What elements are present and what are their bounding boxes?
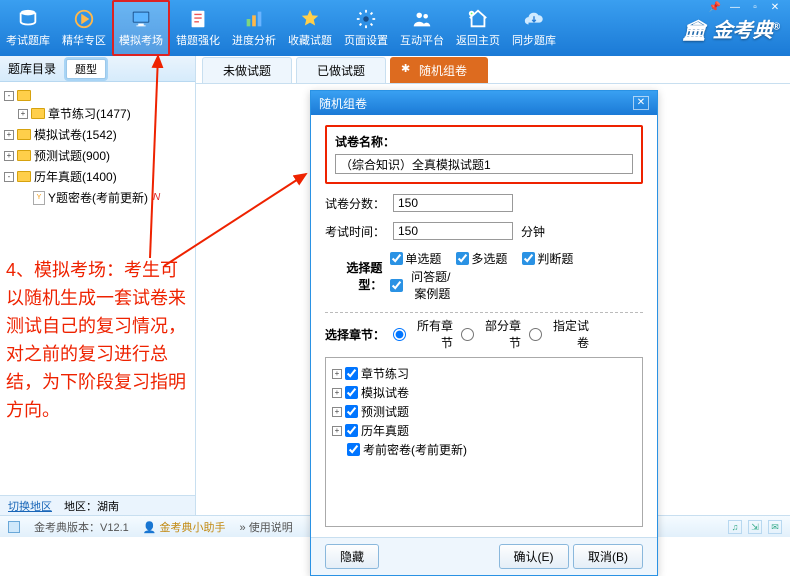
chapter-item[interactable]: + 历年真题	[332, 421, 636, 440]
chapter-radio[interactable]: 指定试卷	[529, 317, 589, 351]
expand-icon[interactable]: -	[4, 91, 14, 101]
chapter-check[interactable]	[345, 367, 358, 380]
region-label: 地区：湖南	[64, 498, 119, 514]
usage-link[interactable]: » 使用说明	[240, 519, 293, 535]
folder-icon	[17, 129, 31, 140]
helper-label[interactable]: 👤 金考典小助手	[143, 519, 226, 535]
pin-icon[interactable]: 📌	[708, 2, 722, 14]
random-paper-dialog: 随机组卷 ✕ 试卷名称： 试卷分数： 考试时间： 分钟 选择题型	[310, 90, 658, 576]
chapter-item[interactable]: + 章节练习	[332, 364, 636, 383]
toolbar-favorites[interactable]: 收藏试题	[282, 0, 338, 56]
people-icon	[410, 8, 434, 30]
doc-icon: Y	[33, 191, 45, 205]
expand-icon[interactable]: +	[332, 407, 342, 417]
chapter-item[interactable]: 考前密卷(考前更新)	[332, 440, 636, 459]
time-label: 考试时间：	[325, 223, 385, 240]
time-input[interactable]	[393, 222, 513, 240]
window-controls: 📌 — ▫ ✕	[708, 2, 782, 14]
folder-icon	[17, 171, 31, 182]
tab-undone[interactable]: 未做试题	[202, 57, 292, 83]
cancel-button[interactable]: 取消(B)	[573, 544, 643, 569]
qtype-label: 选择题型：	[325, 259, 382, 293]
folder-icon	[31, 108, 45, 119]
status-btn-3[interactable]: ✉	[768, 520, 782, 534]
expand-icon[interactable]: +	[4, 151, 14, 161]
close-button[interactable]: ✕	[768, 2, 782, 14]
paper-name-input[interactable]	[335, 154, 633, 174]
chapter-item[interactable]: + 预测试题	[332, 402, 636, 421]
chapter-tree-box: + 章节练习+ 模拟试卷+ 预测试题+ 历年真题 考前密卷(考前更新)	[325, 357, 643, 527]
main-toolbar: 📌 — ▫ ✕ 考试题库精华专区模拟考场错题强化进度分析收藏试题页面设置互动平台…	[0, 0, 790, 56]
switch-region-link[interactable]: 切换地区	[8, 498, 52, 514]
home-icon	[466, 8, 490, 30]
star-icon	[298, 8, 322, 30]
paper-name-block: 试卷名称：	[325, 125, 643, 184]
content-area: 未做试题 已做试题 随机组卷 随机组卷 ✕ 试卷名称： 试卷分数：	[196, 56, 790, 515]
chapter-radio[interactable]: 所有章节	[393, 317, 453, 351]
hide-button[interactable]: 隐藏	[325, 544, 379, 569]
qtype-check[interactable]: 判断题	[522, 250, 582, 267]
dialog-titlebar[interactable]: 随机组卷 ✕	[311, 91, 657, 115]
expand-icon[interactable]: +	[332, 426, 342, 436]
chart-icon	[242, 8, 266, 30]
expand-icon[interactable]: +	[4, 130, 14, 140]
sheet-icon	[186, 8, 210, 30]
sidebar-status: 切换地区 地区：湖南	[0, 495, 195, 515]
toolbar-page-setup[interactable]: 页面设置	[338, 0, 394, 56]
toolbar-home[interactable]: 返回主页	[450, 0, 506, 56]
tab-done[interactable]: 已做试题	[296, 57, 386, 83]
dialog-footer: 隐藏 确认(E) 取消(B)	[311, 537, 657, 575]
type-toggle-button[interactable]: 题型	[66, 59, 106, 79]
toolbar-community[interactable]: 互动平台	[394, 0, 450, 56]
chapter-check[interactable]	[345, 386, 358, 399]
expand-icon[interactable]: +	[332, 369, 342, 379]
chapter-label: 选择章节：	[325, 326, 385, 343]
sidebar: 题库目录 题型 -+章节练习(1477)+模拟试卷(1542)+预测试题(900…	[0, 56, 196, 515]
ok-button[interactable]: 确认(E)	[499, 544, 569, 569]
chapter-check[interactable]	[345, 424, 358, 437]
folder-icon	[17, 90, 31, 101]
sidebar-title: 题库目录	[8, 60, 56, 77]
qtype-check[interactable]: 问答题/案例题	[390, 268, 450, 302]
score-label: 试卷分数：	[325, 195, 385, 212]
toolbar-sync[interactable]: 同步题库	[506, 0, 562, 56]
minimize-button[interactable]: —	[728, 2, 742, 14]
status-btn-1[interactable]: ♫	[728, 520, 742, 534]
annotation-text: 4、模拟考场：考生可以随机生成一套试卷来测试自己的复习情况，对之前的复习进行总结…	[6, 256, 192, 424]
expand-icon[interactable]: +	[332, 388, 342, 398]
brand-logo: 🏛 金考典®	[682, 14, 780, 43]
qtype-check[interactable]: 多选题	[456, 250, 516, 267]
paper-name-label: 试卷名称：	[335, 133, 633, 150]
chapter-radio[interactable]: 部分章节	[461, 317, 521, 351]
content-tabs: 未做试题 已做试题 随机组卷	[196, 56, 790, 84]
tab-random[interactable]: 随机组卷	[390, 57, 488, 83]
annotation-arrow-2	[156, 166, 316, 276]
toolbar-highlights[interactable]: 精华专区	[56, 0, 112, 56]
time-unit: 分钟	[521, 223, 545, 240]
version-label: 金考典版本：V12.1	[34, 519, 129, 535]
dialog-title: 随机组卷	[319, 95, 367, 112]
cloud-icon	[522, 8, 546, 30]
dialog-close-button[interactable]: ✕	[633, 96, 649, 110]
score-input[interactable]	[393, 194, 513, 212]
toolbar-exam-bank[interactable]: 考试题库	[0, 0, 56, 56]
qtype-check[interactable]: 单选题	[390, 250, 450, 267]
status-icon[interactable]	[8, 521, 20, 533]
folder-icon	[17, 150, 31, 161]
chapter-check[interactable]	[347, 443, 360, 456]
monitor-icon	[129, 8, 153, 30]
gear-icon	[354, 8, 378, 30]
toolbar-progress[interactable]: 进度分析	[226, 0, 282, 56]
expand-icon[interactable]: +	[18, 109, 28, 119]
chapter-check[interactable]	[345, 405, 358, 418]
play-icon	[72, 8, 96, 30]
db-icon	[16, 8, 40, 30]
expand-icon[interactable]: -	[4, 172, 14, 182]
chapter-item[interactable]: + 模拟试卷	[332, 383, 636, 402]
status-btn-2[interactable]: ⇲	[748, 520, 762, 534]
maximize-button[interactable]: ▫	[748, 2, 762, 14]
